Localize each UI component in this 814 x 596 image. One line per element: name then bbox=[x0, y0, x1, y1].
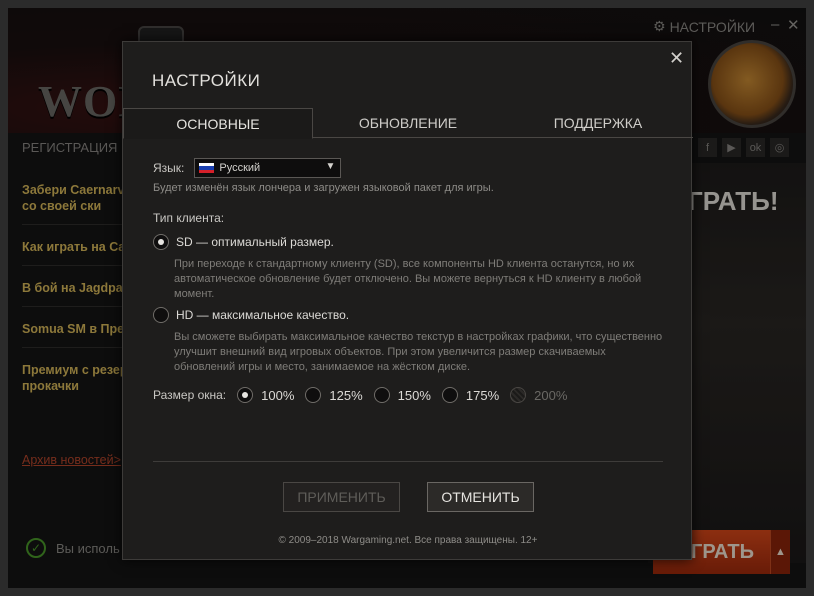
client-type-label: Тип клиента: bbox=[153, 211, 225, 225]
size-200-radio bbox=[510, 387, 527, 403]
size-125-radio[interactable] bbox=[305, 387, 322, 403]
settings-tabs: ОСНОВНЫЕ ОБНОВЛЕНИЕ ПОДДЕРЖКА bbox=[123, 108, 693, 139]
size-option-125[interactable]: 125% bbox=[305, 387, 363, 403]
size-option-175[interactable]: 175% bbox=[441, 387, 500, 403]
size-175-radio[interactable] bbox=[441, 387, 458, 403]
dialog-title: НАСТРОЙКИ bbox=[152, 71, 261, 90]
russia-flag-icon bbox=[199, 163, 215, 173]
size-175-label: 175% bbox=[465, 387, 500, 403]
sd-radio[interactable] bbox=[153, 234, 169, 250]
size-200-label: 200% bbox=[534, 387, 568, 403]
tab-support[interactable]: ПОДДЕРЖКА bbox=[503, 108, 693, 138]
divider bbox=[153, 461, 663, 462]
language-label: Язык: bbox=[153, 161, 185, 175]
size-100-radio[interactable] bbox=[237, 387, 254, 403]
dialog-close-button[interactable]: ✕ bbox=[669, 48, 684, 69]
hd-description: Вы сможете выбирать максимальное качеств… bbox=[174, 331, 663, 373]
sd-label: SD — оптимальный размер. bbox=[176, 235, 334, 249]
size-100-label: 100% bbox=[261, 387, 295, 403]
size-option-150[interactable]: 150% bbox=[373, 387, 431, 403]
dropdown-arrow-icon: ▼ bbox=[325, 161, 336, 172]
window-size-row: Размер окна: 100% 125% 150% 175% 200% bbox=[153, 387, 578, 403]
client-option-hd[interactable]: HD — максимальное качество. bbox=[153, 307, 349, 323]
copyright-text: © 2009–2018 Wargaming.net. Все права защ… bbox=[278, 535, 538, 546]
tab-update[interactable]: ОБНОВЛЕНИЕ bbox=[313, 108, 503, 138]
size-125-label: 125% bbox=[329, 387, 363, 403]
sd-description: При переходе к стандартному клиенту (SD)… bbox=[174, 258, 642, 300]
size-150-label: 150% bbox=[397, 387, 431, 403]
size-150-radio[interactable] bbox=[373, 387, 390, 403]
language-row: Язык: Русский ▼ bbox=[153, 158, 342, 178]
language-value: Русский bbox=[219, 162, 261, 174]
language-select[interactable]: Русский ▼ bbox=[194, 158, 342, 178]
settings-dialog: НАСТРОЙКИ ✕ ОСНОВНЫЕ ОБНОВЛЕНИЕ ПОДДЕРЖК… bbox=[122, 41, 693, 560]
size-option-200: 200% bbox=[510, 387, 567, 403]
hd-radio[interactable] bbox=[153, 307, 169, 323]
cancel-button[interactable]: ОТМЕНИТЬ bbox=[427, 482, 534, 512]
window-size-label: Размер окна: bbox=[153, 388, 227, 402]
size-option-100[interactable]: 100% bbox=[237, 387, 294, 403]
tab-general[interactable]: ОСНОВНЫЕ bbox=[123, 108, 313, 139]
hd-label: HD — максимальное качество. bbox=[176, 308, 350, 322]
client-option-sd[interactable]: SD — оптимальный размер. bbox=[153, 234, 334, 250]
apply-button[interactable]: ПРИМЕНИТЬ bbox=[283, 482, 400, 512]
language-hint: Будет изменён язык лончера и загружен яз… bbox=[153, 182, 494, 194]
